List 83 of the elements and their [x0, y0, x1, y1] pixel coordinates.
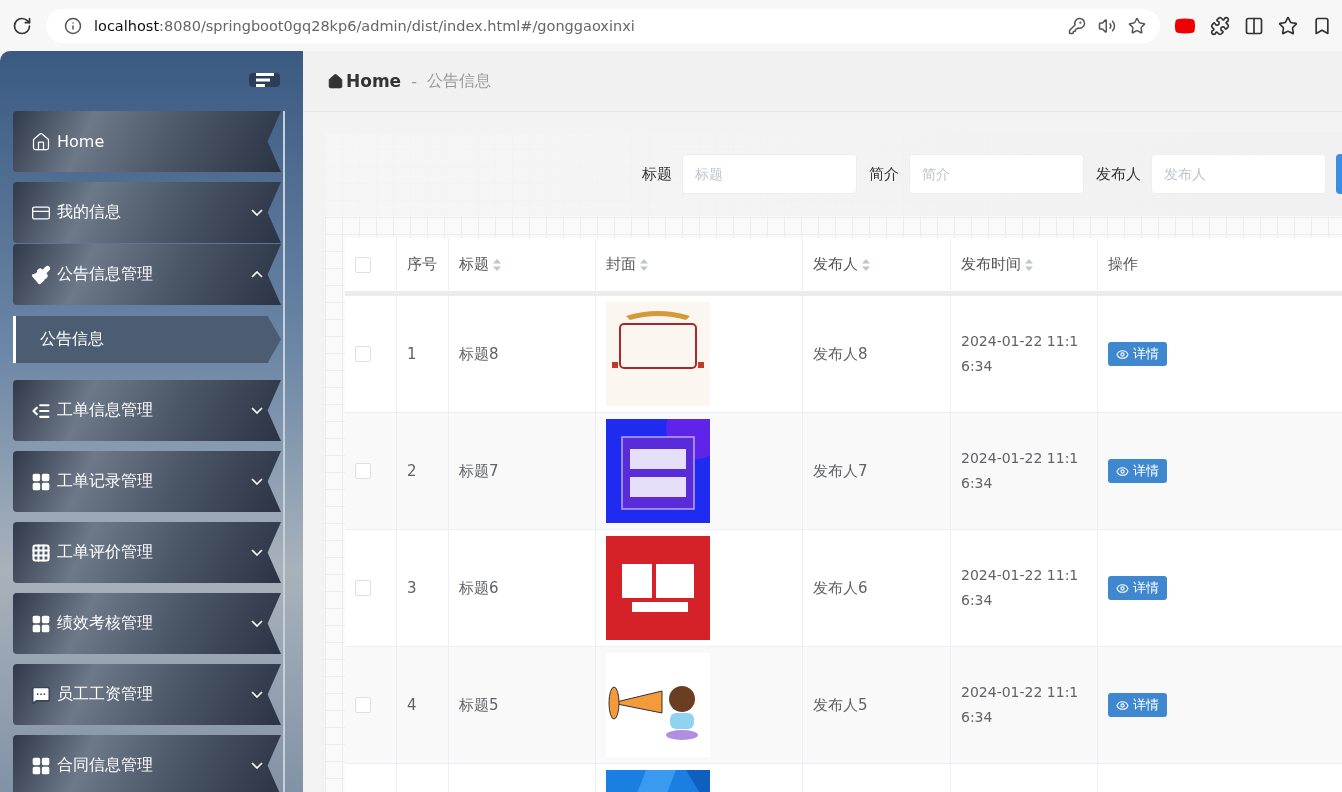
sidebar-item[interactable]: 我的信息 — [13, 182, 281, 243]
sidebar-item[interactable]: 合同信息管理 — [13, 735, 281, 792]
chevron-down-icon — [251, 209, 263, 216]
grid-icon — [31, 755, 51, 776]
chevron-up-icon — [251, 271, 263, 278]
breadcrumb-home-link[interactable]: Home — [327, 71, 402, 91]
split-screen-icon[interactable] — [1244, 15, 1264, 36]
sidebar-item[interactable]: Home — [13, 111, 281, 172]
column-header: 操作 — [1098, 238, 1342, 291]
search-field[interactable]: 标题 — [682, 154, 857, 194]
detail-button[interactable]: 详情 — [1108, 459, 1167, 483]
chevron-down-icon — [251, 478, 263, 485]
column-header: 序号 — [397, 238, 449, 291]
table-cell-text: 2024-01-22 11:16:34 — [961, 683, 1080, 727]
sidebar-item[interactable]: 员工工资管理 — [13, 664, 281, 725]
collections-icon[interactable] — [1312, 15, 1332, 36]
row-checkbox[interactable] — [355, 463, 371, 479]
table-cell-text: 2024-01-22 11:16:34 — [961, 566, 1080, 610]
table-cell: 2 — [407, 462, 417, 480]
table-cell: 发布人6 — [813, 578, 868, 598]
detail-button[interactable]: 详情 — [1108, 576, 1167, 600]
table-cell: 4 — [407, 696, 417, 714]
sidebar-item[interactable]: 公告信息管理 — [13, 244, 281, 305]
table-cell: 发布人7 — [813, 461, 868, 481]
chevron-down-icon — [251, 691, 263, 698]
breadcrumb-current: 公告信息 — [426, 70, 491, 92]
table-cell: 发布人5 — [813, 695, 868, 715]
row-checkbox[interactable] — [355, 346, 371, 362]
chevron-down-icon — [251, 407, 263, 414]
breadcrumb-separator: - — [411, 71, 417, 91]
search-label: 标题 — [642, 164, 672, 184]
sidebar-item[interactable]: 绩效考核管理 — [13, 593, 281, 654]
detail-button[interactable]: 详情 — [1108, 342, 1167, 366]
table-cell: 发布人8 — [813, 344, 868, 364]
search-field[interactable]: 发布人 — [1151, 154, 1326, 194]
table-cell: 标题6 — [459, 578, 499, 598]
home-icon — [327, 72, 344, 90]
table-cell: 标题7 — [459, 461, 499, 481]
brush-icon — [31, 264, 51, 285]
chevron-down-icon — [251, 620, 263, 627]
read-aloud-icon[interactable] — [1098, 16, 1116, 35]
eye-icon — [1116, 698, 1129, 712]
sidebar-item[interactable]: 工单记录管理 — [13, 451, 281, 512]
search-field[interactable]: 简介 — [909, 154, 1084, 194]
eye-icon — [1116, 347, 1129, 361]
column-header[interactable]: 发布时间 — [951, 238, 1098, 291]
chevron-down-icon — [251, 549, 263, 556]
detail-button[interactable]: 详情 — [1108, 693, 1167, 717]
eye-icon — [1116, 464, 1129, 478]
table-cell: 标题5 — [459, 695, 499, 715]
puzzle-icon[interactable] — [1210, 15, 1230, 36]
table-cell: 标题8 — [459, 344, 499, 364]
column-header[interactable]: 封面 — [596, 238, 803, 291]
home-icon — [31, 131, 51, 152]
column-header[interactable]: 标题 — [449, 238, 596, 291]
grid-icon — [31, 542, 51, 563]
select-all-checkbox[interactable] — [355, 256, 371, 273]
menu-toggle-button[interactable] — [249, 73, 280, 87]
grid-icon — [31, 613, 51, 634]
search-label: 发布人 — [1096, 164, 1141, 184]
column-header[interactable]: 发布人 — [803, 238, 951, 291]
row-checkbox[interactable] — [355, 697, 371, 713]
info-icon[interactable] — [64, 16, 82, 35]
menu-icon — [255, 73, 274, 87]
row-checkbox[interactable] — [355, 580, 371, 596]
grid-icon — [31, 471, 51, 492]
key-icon[interactable] — [1068, 16, 1086, 35]
eye-icon — [1116, 581, 1129, 595]
table-cell-text: 2024-01-22 11:16:34 — [961, 449, 1080, 493]
address-bar[interactable]: localhost:8080/springboot0gq28kp6/admin/dist/index.html#/gonggaoxinxi — [46, 8, 1160, 43]
sidebar-item[interactable]: 工单评价管理 — [13, 522, 281, 583]
table-cell: 1 — [407, 345, 417, 363]
search-label: 简介 — [869, 164, 899, 184]
table-cell: 3 — [407, 579, 417, 597]
table-cell-text: 2024-01-22 11:16:34 — [961, 332, 1080, 376]
sidebar-item[interactable]: 工单信息管理 — [13, 380, 281, 441]
chevron-down-icon — [251, 762, 263, 769]
chat-icon — [31, 684, 51, 705]
submenu-item[interactable]: 公告信息 — [13, 316, 281, 363]
favorites-icon[interactable] — [1278, 15, 1298, 36]
url-text: localhost:8080/springboot0gq28kp6/admin/dist/index.html#/gonggaoxinxi — [94, 17, 636, 34]
reload-button[interactable] — [12, 15, 32, 36]
star-icon[interactable] — [1128, 16, 1146, 35]
